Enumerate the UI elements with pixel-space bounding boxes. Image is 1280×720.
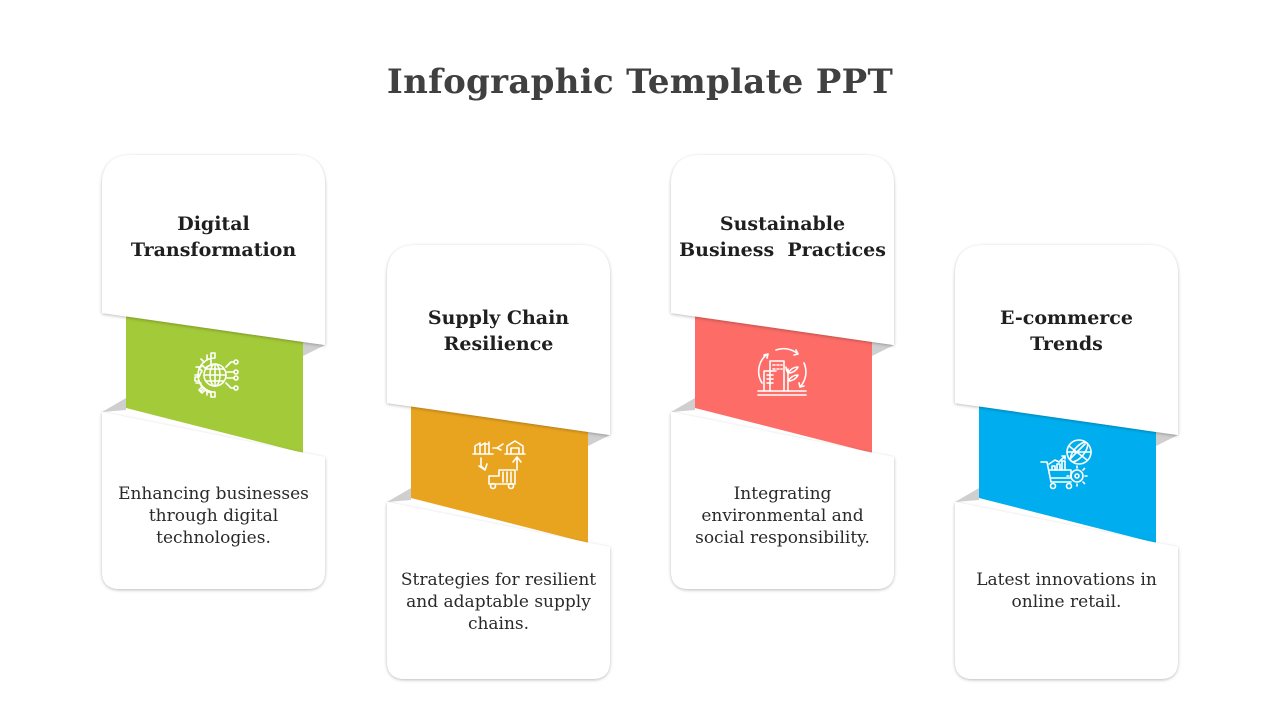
card-title: Supply Chain Resilience: [427, 307, 570, 355]
card-description: Latest innovations in online retail.: [976, 570, 1157, 612]
card-description: Strategies for resilient and adaptable s…: [400, 570, 597, 634]
sustainable-building-icon: [752, 343, 812, 403]
card-description: Enhancing businesses through digital tec…: [118, 484, 309, 548]
digital-globe-gear-icon: [185, 345, 245, 405]
ribbon-fold-left: [387, 488, 411, 502]
card-description: Integrating environmental and social res…: [695, 484, 870, 548]
ribbon-fold-left: [955, 488, 979, 502]
supply-chain-cycle-icon: [469, 434, 529, 494]
ribbon-fold-left: [671, 398, 695, 412]
ecommerce-cart-globe-icon: [1037, 434, 1097, 494]
card-title: Sustainable Business Practices: [679, 213, 886, 261]
ribbon-fold-left: [102, 398, 126, 412]
card-title: E-commerce Trends: [1000, 307, 1133, 355]
card-title: Digital Transformation: [130, 213, 297, 261]
